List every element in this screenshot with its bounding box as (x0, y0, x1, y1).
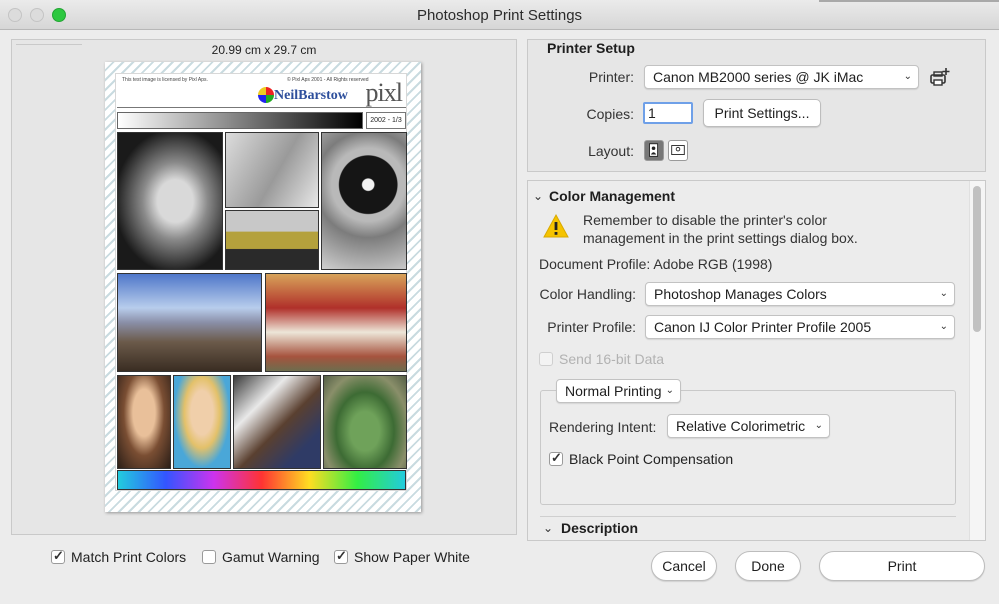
page-label: 2002 - 1/3 (366, 112, 406, 129)
color-warning-text: Remember to disable the printer's color … (583, 212, 858, 246)
neil-barstow-logo: NeilBarstow (274, 88, 348, 103)
send-16bit-checkbox (539, 352, 553, 366)
photo-clothing (233, 375, 321, 469)
printer-setup-title: Printer Setup (547, 40, 635, 56)
color-handling-value: Photoshop Manages Colors (654, 286, 827, 302)
scrollbar-thumb[interactable] (973, 186, 981, 332)
color-management-disclosure-icon[interactable]: ⌄ (533, 189, 543, 203)
rendering-intent-label: Rendering Intent: (549, 419, 657, 435)
title-bar: Photoshop Print Settings (0, 0, 999, 30)
black-point-compensation-label: Black Point Compensation (569, 451, 734, 467)
show-paper-white-label: Show Paper White (354, 549, 470, 565)
landscape-layout-icon[interactable] (668, 140, 688, 161)
add-printer-icon[interactable] (929, 67, 951, 87)
layout-label: Layout: (588, 143, 634, 159)
printer-profile-label: Printer Profile: (547, 319, 636, 335)
show-paper-white-option[interactable]: Show Paper White (334, 548, 470, 565)
black-point-compensation-option[interactable]: Black Point Compensation (549, 450, 734, 467)
copies-input[interactable]: 1 (643, 102, 693, 124)
photo-aerial-park (323, 375, 407, 469)
chevron-down-icon: ⌄ (903, 71, 912, 82)
grayscale-ramp (117, 112, 363, 129)
image-header: This test image is licensed by Pixl Aps.… (117, 75, 406, 108)
portrait-layout-icon[interactable] (644, 140, 664, 161)
document-profile: Document Profile: Adobe RGB (1998) (539, 256, 773, 272)
section-divider (540, 516, 956, 517)
match-print-colors-option[interactable]: Match Print Colors (51, 548, 187, 565)
paper-preview[interactable]: This test image is licensed by Pixl Aps.… (105, 62, 421, 512)
neil-barstow-logo-icon (258, 87, 274, 103)
photo-car (225, 210, 319, 270)
gamut-warning-option[interactable]: Gamut Warning (202, 549, 320, 565)
description-title: Description (561, 520, 639, 536)
gamut-warning-label: Gamut Warning (222, 549, 320, 565)
photo-watch (321, 132, 407, 270)
done-button[interactable]: Done (735, 551, 801, 581)
chevron-down-icon: ⌄ (939, 288, 948, 299)
photo-woman-1 (117, 375, 171, 469)
printer-profile-value: Canon IJ Color Printer Profile 2005 (654, 319, 872, 335)
match-print-colors-label: Match Print Colors (71, 549, 187, 565)
chevron-down-icon: ⌄ (814, 420, 823, 431)
title-bar-edge (819, 0, 999, 2)
send-16bit-option: Send 16-bit Data (539, 351, 664, 367)
black-point-compensation-checkbox[interactable] (549, 450, 563, 466)
chevron-down-icon: ⌄ (665, 385, 674, 396)
pixl-logo: pixl (365, 78, 403, 107)
cancel-button[interactable]: Cancel (651, 551, 717, 581)
paper-dimensions: 20.99 cm x 29.7 cm (211, 43, 317, 57)
printable-area-image[interactable]: This test image is licensed by Pixl Aps.… (115, 73, 407, 491)
photo-landscape (117, 273, 262, 372)
rendering-intent-value: Relative Colorimetric (676, 418, 806, 434)
printer-profile-select[interactable]: Canon IJ Color Printer Profile 2005 ⌄ (645, 315, 955, 339)
print-mode-group (540, 390, 956, 505)
photo-woman-2 (173, 375, 231, 469)
scrollbar-track[interactable] (969, 181, 985, 540)
print-settings-button[interactable]: Print Settings... (703, 99, 821, 127)
color-spectrum-strip (117, 470, 406, 490)
send-16bit-label: Send 16-bit Data (559, 351, 665, 367)
photo-food (265, 273, 407, 372)
printer-label: Printer: (588, 69, 634, 85)
fine-print-left: This test image is licensed by Pixl Aps. (122, 77, 208, 83)
photo-cutlery (225, 132, 319, 208)
match-print-colors-checkbox[interactable] (51, 548, 65, 564)
print-mode-value: Normal Printing (565, 383, 662, 399)
show-paper-white-checkbox[interactable] (334, 548, 348, 564)
window-title: Photoshop Print Settings (416, 7, 583, 24)
print-mode-select[interactable]: Normal Printing ⌄ (556, 379, 681, 403)
chevron-down-icon: ⌄ (939, 321, 948, 332)
gamut-warning-checkbox[interactable] (202, 550, 216, 564)
photo-figure (117, 132, 223, 270)
printer-select[interactable]: Canon MB2000 series @ JK iMac ⌄ (644, 65, 919, 89)
print-button[interactable]: Print (819, 551, 985, 581)
copies-label: Copies: (586, 106, 634, 122)
fine-print-right: © Pixl Aps 2001 - All Rights reserved (287, 77, 369, 83)
color-handling-select[interactable]: Photoshop Manages Colors ⌄ (645, 282, 955, 306)
rendering-intent-select[interactable]: Relative Colorimetric ⌄ (667, 414, 830, 438)
printer-select-value: Canon MB2000 series @ JK iMac (653, 69, 864, 85)
warning-icon (543, 213, 569, 238)
description-disclosure-icon[interactable]: ⌄ (543, 521, 553, 535)
color-management-title: Color Management (549, 188, 676, 204)
color-handling-label: Color Handling: (539, 286, 637, 302)
